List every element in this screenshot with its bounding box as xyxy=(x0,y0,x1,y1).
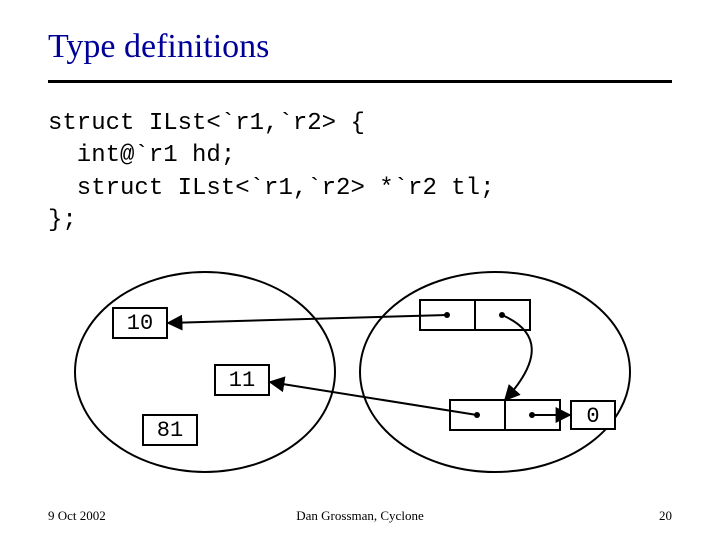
footer-page: 20 xyxy=(659,508,672,524)
value-box-11: 11 xyxy=(214,364,270,396)
value-box-81: 81 xyxy=(142,414,198,446)
footer-center: Dan Grossman, Cyclone xyxy=(0,508,720,524)
value-box-0: 0 xyxy=(570,400,616,430)
diagram-svg xyxy=(0,0,720,540)
value-box-10: 10 xyxy=(112,307,168,339)
